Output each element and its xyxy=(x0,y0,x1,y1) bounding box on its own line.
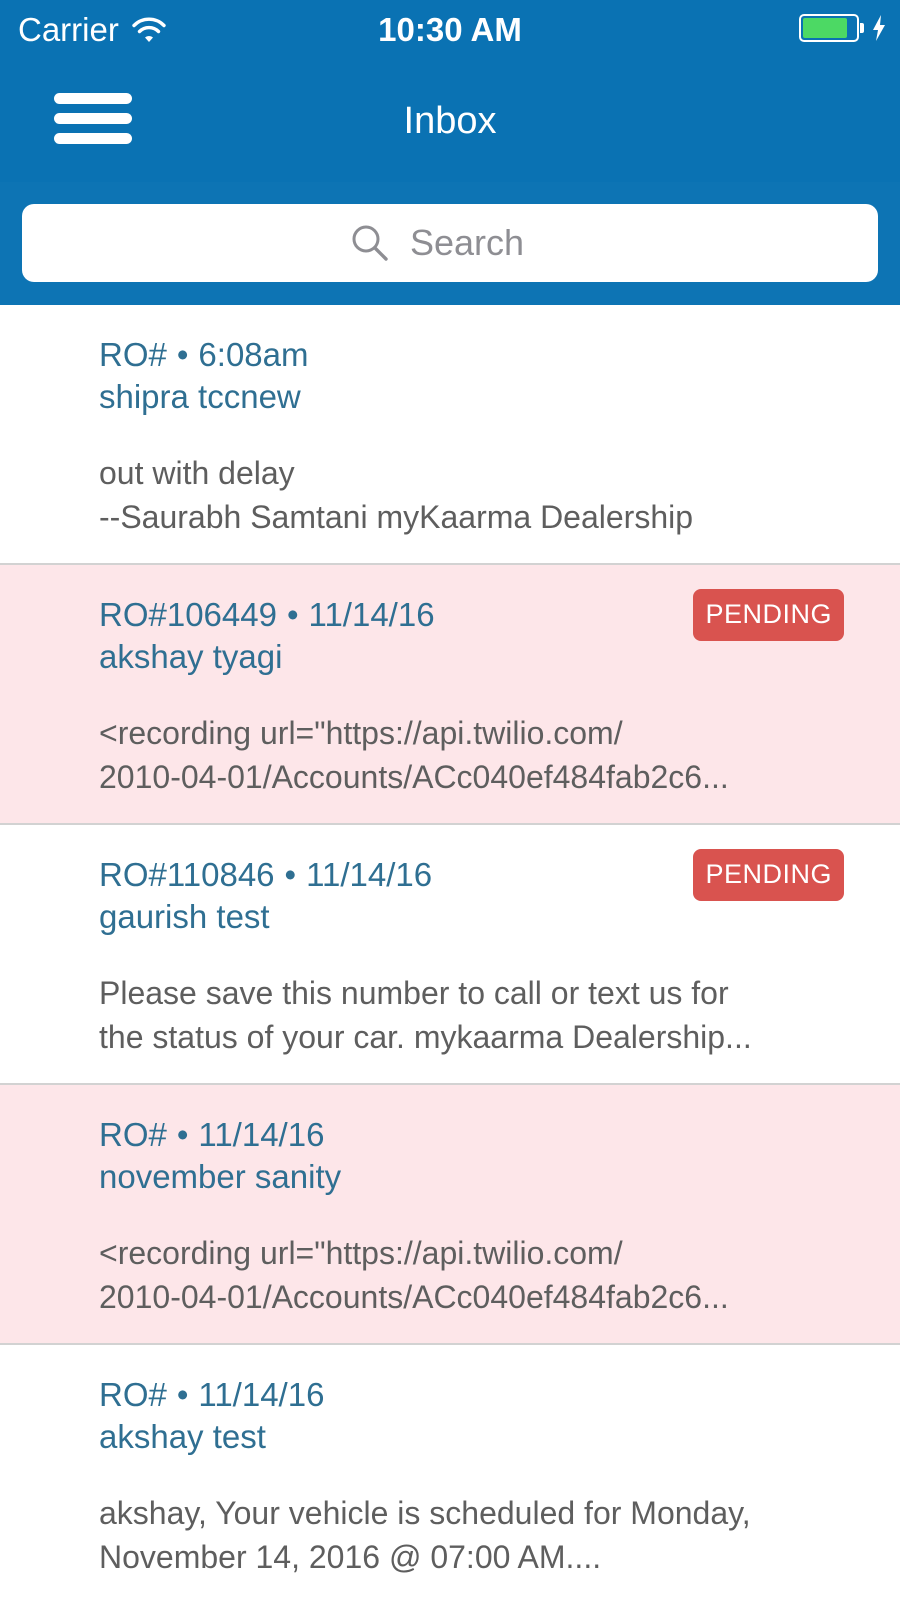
separator-dot: • xyxy=(284,856,297,893)
customer-name: shipra tccnew xyxy=(99,378,301,415)
message-preview: <recording url="https://api.twilio.com/ … xyxy=(99,1235,729,1315)
status-badge: PENDING xyxy=(693,849,844,901)
customer-name: akshay tyagi xyxy=(99,638,283,675)
customer-name: akshay test xyxy=(99,1418,266,1455)
message-preview: <recording url="https://api.twilio.com/ … xyxy=(99,715,729,795)
navigation-bar: Inbox xyxy=(0,62,900,182)
battery-indicator xyxy=(799,14,886,42)
item-meta: RO#110846 • 11/14/16 xyxy=(99,855,432,895)
ro-number: RO#106449 xyxy=(99,596,277,633)
menu-button[interactable] xyxy=(48,84,138,154)
carrier-label: Carrier xyxy=(18,11,119,48)
separator-dot: • xyxy=(286,596,299,633)
ro-number: RO# xyxy=(99,1376,167,1413)
message-time: 11/14/16 xyxy=(306,856,433,893)
message-time: 11/14/16 xyxy=(198,1376,325,1413)
message-list-item[interactable]: RO#110846 • 11/14/16 PENDING gaurish test … xyxy=(0,825,900,1085)
battery-tip xyxy=(860,23,864,33)
customer-name: november sanity xyxy=(99,1158,342,1195)
message-time: 11/14/16 xyxy=(198,1116,325,1153)
inbox-screen: Carrier 10:30 AM Inbox Search RO# • 6:08… xyxy=(0,0,900,1600)
battery-icon xyxy=(799,14,859,42)
message-time: 11/14/16 xyxy=(308,596,435,633)
message-list-item[interactable]: RO#106449 • 11/14/16 PENDING akshay tyagi … xyxy=(0,565,900,825)
customer-name: gaurish test xyxy=(99,898,270,935)
message-preview: out with delay --Saurabh Samtani myKaarm… xyxy=(99,455,694,535)
item-meta: RO#106449 • 11/14/16 xyxy=(99,595,435,635)
battery-level-fill xyxy=(803,18,848,38)
item-meta: RO# • 6:08am xyxy=(99,335,309,375)
status-badge: PENDING xyxy=(693,589,844,641)
hamburger-menu-icon xyxy=(54,93,132,144)
header: Carrier 10:30 AM Inbox Search xyxy=(0,0,900,305)
search-icon xyxy=(352,225,388,261)
carrier-indicator: Carrier xyxy=(18,10,167,50)
ro-number: RO#110846 xyxy=(99,856,275,893)
message-list-item[interactable]: RO# • 6:08am shipra tccnew out with delay … xyxy=(0,305,900,565)
wifi-icon xyxy=(132,17,166,42)
message-list-item[interactable]: RO# • 11/14/16 akshay test akshay, Your ve… xyxy=(0,1345,900,1600)
message-preview: Please save this number to call or text … xyxy=(99,975,752,1055)
search-bar xyxy=(0,182,900,305)
message-list: RO# • 6:08am shipra tccnew out with delay … xyxy=(0,305,900,1600)
search-input[interactable] xyxy=(410,222,550,264)
charging-bolt-icon xyxy=(873,15,885,41)
message-list-item[interactable]: RO# • 11/14/16 november sanity <recording … xyxy=(0,1085,900,1345)
item-meta: RO# • 11/14/16 xyxy=(99,1115,324,1155)
item-meta: RO# • 11/14/16 xyxy=(99,1375,324,1415)
message-preview: akshay, Your vehicle is scheduled for Mo… xyxy=(99,1495,751,1575)
separator-dot: • xyxy=(176,1376,189,1413)
message-time: 6:08am xyxy=(198,336,309,373)
separator-dot: • xyxy=(176,336,189,373)
ro-number: RO# xyxy=(99,336,167,373)
search-field[interactable] xyxy=(22,204,878,282)
ro-number: RO# xyxy=(99,1116,167,1153)
status-bar: Carrier 10:30 AM xyxy=(0,0,900,62)
separator-dot: • xyxy=(176,1116,189,1153)
